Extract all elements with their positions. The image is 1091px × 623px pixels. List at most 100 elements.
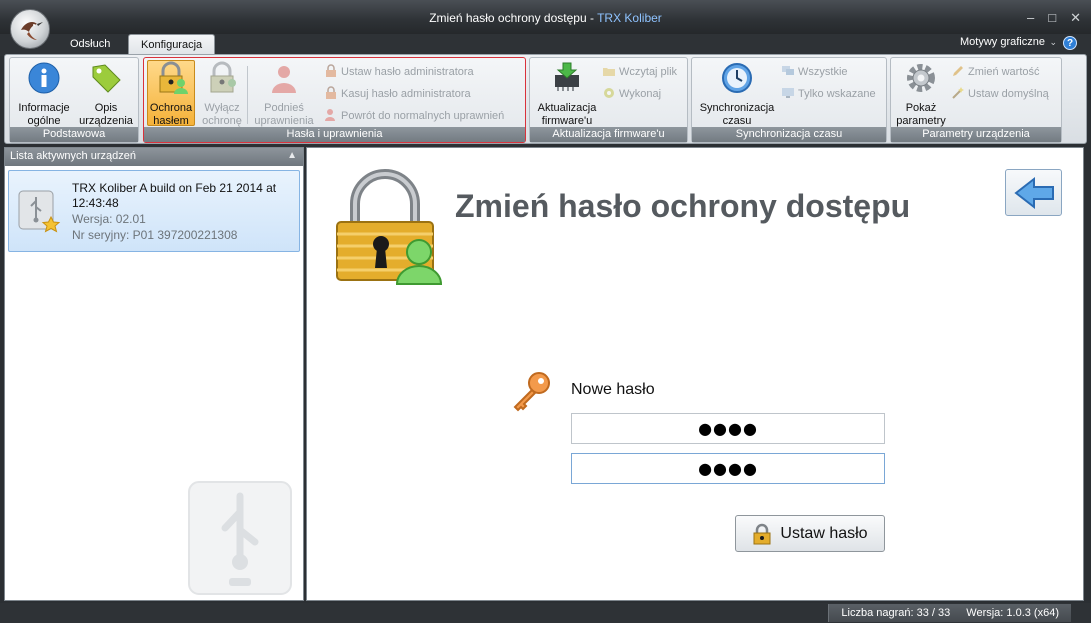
set-password-label: Ustaw hasło	[780, 524, 868, 542]
sync-selected-label: Tylko wskazane	[798, 88, 876, 100]
ribbon-tab-row: Odsłuch Konfiguracja	[0, 34, 1091, 56]
pin-icon[interactable]: ▲	[287, 150, 297, 161]
disable-protection-button[interactable]: Wyłącz ochronę	[198, 61, 246, 128]
pencil-icon	[953, 66, 963, 76]
chevron-down-icon[interactable]: ⌄	[1049, 37, 1057, 48]
clear-admin-password-button[interactable]: Kasuj hasło administratora	[324, 86, 471, 102]
device-description-button[interactable]: Opis urządzenia	[76, 61, 136, 128]
clock-sync-icon	[722, 63, 752, 93]
monitors-icon	[782, 66, 794, 75]
set-default-button[interactable]: Ustaw domyślną	[951, 86, 1049, 102]
user-icon	[272, 66, 296, 93]
themes-menu[interactable]: Motywy graficzne	[960, 36, 1045, 48]
sync-all-button[interactable]: Wszystkie	[781, 64, 848, 80]
hummingbird-icon	[21, 22, 43, 40]
new-password-input[interactable]	[571, 413, 885, 444]
confirm-password-input[interactable]	[571, 453, 885, 484]
main-pane: Zmień hasło ochrony dostępu Nowe hasło U…	[306, 147, 1084, 601]
title-bar: Zmień hasło ochrony dostępu - TRX Kolibe…	[0, 0, 1091, 34]
show-params-button[interactable]: Pokaż parametry	[893, 61, 949, 128]
help-icon[interactable]: ?	[1063, 36, 1077, 50]
gear-small-icon	[604, 88, 614, 98]
time-sync-label: Synchronizacja czasu	[699, 102, 775, 127]
window-title: Zmień hasło ochrony dostępu - TRX Kolibe…	[0, 11, 1091, 25]
tab-odsluch[interactable]: Odsłuch	[58, 34, 122, 56]
group-firmware: Aktualizacja firmware'u Wczytaj plik Wyk…	[529, 57, 688, 143]
device-version: Wersja: 02.01	[72, 212, 146, 226]
window-title-separator: -	[586, 11, 598, 25]
lock-user-icon	[159, 61, 188, 94]
group-password: Ochrona hasłem Wyłącz ochronę Podnieś up…	[143, 57, 526, 143]
usb-watermark-icon	[188, 481, 292, 595]
password-protection-button[interactable]: Ochrona hasłem	[147, 60, 195, 127]
group-password-label: Hasła i uprawnienia	[144, 127, 525, 142]
device-list-item[interactable]: TRX Koliber A build on Feb 21 2014 at 12…	[8, 170, 300, 252]
arrow-left-icon	[1014, 176, 1054, 210]
lock-small-icon	[326, 64, 336, 77]
lock-disabled-icon	[210, 61, 236, 93]
change-value-label: Zmień wartość	[968, 66, 1040, 78]
close-icon[interactable]: ✕	[1070, 10, 1081, 26]
window-title-text: Zmień hasło ochrony dostępu	[429, 11, 587, 25]
set-password-button[interactable]: Ustaw hasło	[735, 515, 885, 552]
change-value-button[interactable]: Zmień wartość	[951, 64, 1040, 80]
load-file-button[interactable]: Wczytaj plik	[602, 64, 677, 80]
maximize-icon[interactable]: □	[1048, 10, 1056, 26]
monitor-icon	[782, 88, 794, 98]
sync-selected-button[interactable]: Tylko wskazane	[781, 86, 876, 102]
tag-icon	[92, 64, 121, 93]
group-time-sync: Synchronizacja czasu Wszystkie Tylko wsk…	[691, 57, 887, 143]
devices-pane: Lista aktywnych urządzeń ▲ TRX Koliber A…	[4, 147, 304, 601]
key-icon	[513, 372, 550, 412]
lock-clear-icon	[326, 86, 336, 99]
group-basic-label: Podstawowa	[10, 127, 138, 142]
window-controls: – □ ✕	[1027, 10, 1081, 26]
back-button[interactable]	[1005, 169, 1062, 216]
usb-drive-icon	[18, 190, 61, 233]
password-protection-label: Ochrona hasłem	[149, 102, 193, 127]
revert-permissions-button[interactable]: Powrót do normalnych uprawnień	[324, 108, 504, 124]
minimize-icon[interactable]: –	[1027, 10, 1034, 26]
execute-label: Wykonaj	[619, 88, 662, 100]
info-button[interactable]: Informacje ogólne	[14, 61, 74, 128]
group-time-sync-label: Synchronizacja czasu	[692, 127, 886, 142]
set-admin-password-label: Ustaw hasło administratora	[341, 66, 474, 78]
ribbon: Informacje ogólne Opis urządzenia Podsta…	[4, 54, 1087, 144]
devices-pane-header: Lista aktywnych urządzeń ▲	[5, 148, 303, 166]
disable-protection-label: Wyłącz ochronę	[202, 102, 242, 127]
folder-icon	[603, 68, 615, 76]
app-menu-button[interactable]	[10, 9, 50, 49]
group-firmware-label: Aktualizacja firmware'u	[530, 127, 687, 142]
status-panel: Liczba nagrań: 33 / 33 Wersja: 1.0.3 (x6…	[828, 604, 1071, 622]
clear-admin-password-label: Kasuj hasło administratora	[341, 88, 471, 100]
elevate-permissions-button[interactable]: Podnieś uprawnienia	[250, 61, 318, 128]
group-separator	[247, 66, 248, 124]
show-params-label: Pokaż parametry	[896, 102, 946, 127]
app-version: Wersja: 1.0.3 (x64)	[966, 607, 1059, 619]
new-password-label: Nowe hasło	[571, 381, 655, 398]
revert-permissions-label: Powrót do normalnych uprawnień	[341, 110, 505, 122]
status-bar: Liczba nagrań: 33 / 33 Wersja: 1.0.3 (x6…	[0, 603, 1091, 623]
padlock-user-icon	[336, 169, 443, 285]
group-basic: Informacje ogólne Opis urządzenia Podsta…	[9, 57, 139, 143]
user-revert-icon	[325, 109, 335, 121]
load-file-label: Wczytaj plik	[619, 66, 678, 78]
tab-konfiguracja[interactable]: Konfiguracja	[128, 34, 216, 56]
gear-icon	[907, 64, 935, 92]
set-admin-password-button[interactable]: Ustaw hasło administratora	[324, 64, 474, 80]
info-button-label: Informacje ogólne	[18, 102, 70, 127]
execute-button[interactable]: Wykonaj	[602, 86, 661, 102]
firmware-update-button[interactable]: Aktualizacja firmware'u	[532, 61, 602, 128]
sync-all-label: Wszystkie	[798, 66, 848, 78]
chip-download-icon	[555, 62, 579, 91]
info-icon	[28, 62, 60, 94]
time-sync-button[interactable]: Synchronizacja czasu	[694, 61, 780, 128]
group-device-params: Pokaż parametry Zmień wartość Ustaw domy…	[890, 57, 1062, 143]
page-title: Zmień hasło ochrony dostępu	[455, 188, 911, 224]
group-device-params-label: Parametry urządzenia	[891, 127, 1061, 142]
recordings-count: Liczba nagrań: 33 / 33	[841, 607, 951, 619]
firmware-update-label: Aktualizacja firmware'u	[537, 102, 597, 127]
set-default-label: Ustaw domyślną	[968, 88, 1049, 100]
wand-icon	[952, 87, 964, 99]
device-serial: Nr seryjny: P01 397200221308	[72, 228, 238, 242]
